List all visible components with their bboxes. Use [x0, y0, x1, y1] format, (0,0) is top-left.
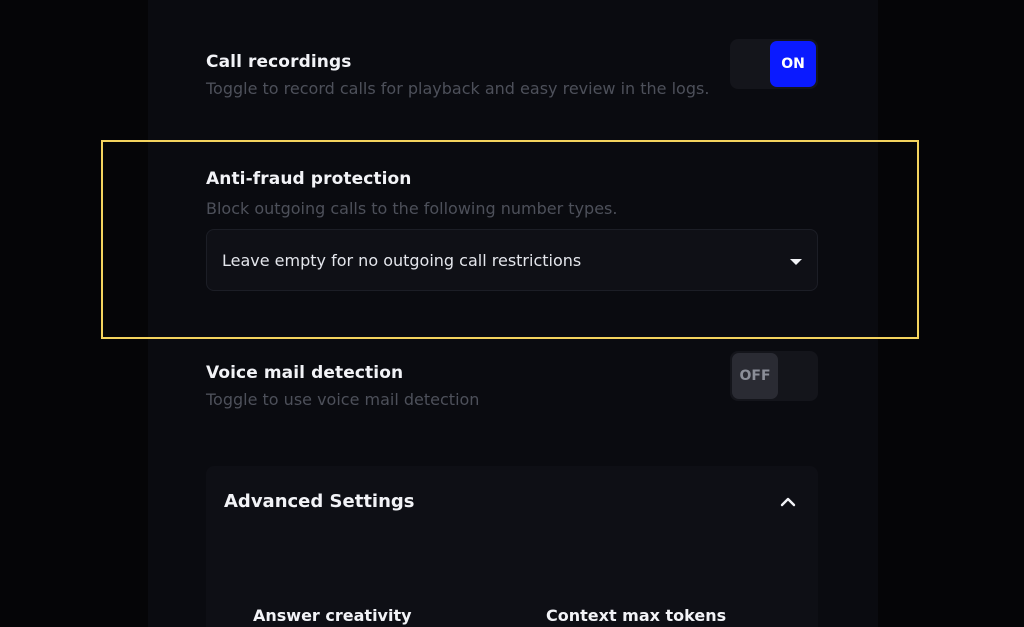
number-types-select[interactable]: Leave empty for no outgoing call restric…	[206, 229, 818, 291]
chevron-up-icon	[780, 497, 796, 507]
voicemail-description: Toggle to use voice mail detection	[206, 390, 480, 409]
context-max-tokens-label: Context max tokens	[546, 606, 727, 625]
settings-page: Call recordings Toggle to record calls f…	[0, 0, 1024, 627]
select-value: Leave empty for no outgoing call restric…	[222, 251, 582, 270]
advanced-settings-title: Advanced Settings	[224, 491, 415, 512]
anti-fraud-description: Block outgoing calls to the following nu…	[206, 199, 618, 218]
answer-creativity-label: Answer creativity	[253, 606, 412, 625]
toggle-knob-on: ON	[770, 41, 816, 87]
call-recordings-description: Toggle to record calls for playback and …	[206, 79, 710, 98]
caret-down-icon	[790, 259, 802, 265]
anti-fraud-title: Anti-fraud protection	[206, 169, 412, 189]
call-recordings-toggle[interactable]: ON	[730, 39, 818, 89]
voicemail-title: Voice mail detection	[206, 363, 404, 383]
call-recordings-title: Call recordings	[206, 52, 352, 72]
voicemail-toggle[interactable]: OFF	[730, 351, 818, 401]
advanced-settings-card: Advanced Settings Answer creativity Cont…	[206, 466, 818, 627]
toggle-knob-off: OFF	[732, 353, 778, 399]
advanced-collapse-button[interactable]	[776, 490, 800, 514]
